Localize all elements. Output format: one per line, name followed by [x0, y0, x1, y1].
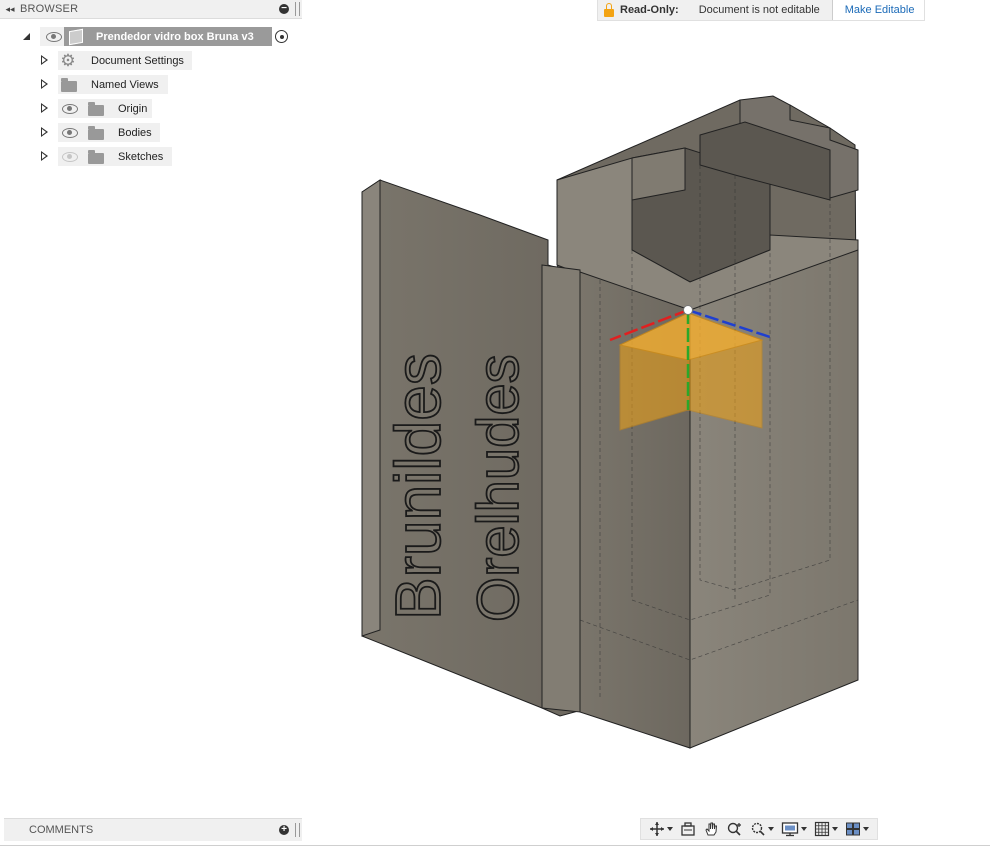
grid-tool[interactable] [814, 820, 839, 838]
model-text-line-2: Orelhudes [466, 354, 531, 622]
window-bottom-border [0, 845, 990, 846]
tree-row-named-views[interactable]: Named Views [38, 74, 198, 94]
expand-icon[interactable] [38, 53, 50, 67]
eye-icon[interactable] [62, 103, 78, 114]
tree-row-origin[interactable]: Origin [38, 98, 198, 118]
fit-tool[interactable] [750, 820, 774, 838]
collapse-panel-icon[interactable]: ◂◂ [0, 4, 20, 15]
comments-title: COMMENTS [29, 824, 94, 836]
tree-item-label: Named Views [91, 78, 159, 91]
display-settings-tool[interactable] [781, 820, 807, 838]
panel-grip-icon[interactable] [295, 2, 300, 16]
activate-component-icon[interactable] [275, 30, 288, 43]
expand-icon[interactable] [38, 125, 50, 139]
component-icon [69, 28, 83, 45]
folder-icon [88, 101, 104, 116]
browser-panel-header: ◂◂ BROWSER − [0, 0, 302, 19]
tree-row-bodies[interactable]: Bodies [38, 122, 198, 142]
orbit-tool[interactable] [649, 820, 673, 838]
tree-row-document-settings[interactable]: ⚙ Document Settings [38, 50, 198, 70]
expand-icon[interactable] [38, 101, 50, 115]
tree-item-label: Bodies [118, 126, 152, 139]
display-settings-icon[interactable] [781, 821, 799, 837]
3d-viewport[interactable]: Brunildes Orelhudes [300, 80, 900, 780]
orbit-icon[interactable] [649, 821, 665, 837]
tree-item-label: Origin [118, 102, 148, 115]
model-canvas[interactable]: Brunildes Orelhudes [300, 80, 900, 780]
make-editable-button[interactable]: Make Editable [832, 0, 925, 20]
folder-icon [88, 149, 104, 164]
pan-tool[interactable] [703, 820, 719, 838]
comments-panel-header[interactable]: COMMENTS + [4, 818, 302, 841]
tree-item-sketches[interactable]: Sketches [58, 147, 172, 166]
tree-item-named-views[interactable]: Named Views [58, 75, 168, 94]
eye-hidden-icon[interactable] [62, 151, 78, 162]
root-component[interactable]: Prendedor vidro box Bruna v3 [64, 27, 272, 46]
browser-title: BROWSER [20, 3, 79, 15]
eye-icon[interactable] [46, 31, 62, 42]
tree-item-label: Document Settings [91, 54, 184, 67]
panel-grip-icon[interactable] [295, 823, 300, 837]
tree-item-document-settings[interactable]: ⚙ Document Settings [58, 51, 192, 70]
root-label: Prendedor vidro box Bruna v3 [96, 30, 254, 43]
gear-icon: ⚙ [60, 50, 76, 70]
folder-icon [61, 77, 77, 92]
zoom-tool[interactable] [726, 820, 742, 838]
lock-icon [604, 3, 614, 17]
collapse-root-icon[interactable] [20, 29, 32, 43]
navigation-toolbar [640, 818, 878, 840]
read-only-message: Document is not editable [698, 4, 820, 16]
eye-icon[interactable] [62, 127, 78, 138]
read-only-banner: Read-Only: Document is not editable Make… [597, 0, 926, 21]
pan-icon[interactable] [703, 821, 719, 837]
minimize-icon[interactable]: − [279, 4, 289, 14]
tree-row-sketches[interactable]: Sketches [38, 146, 198, 166]
look-at-tool[interactable] [680, 820, 696, 838]
fit-icon[interactable] [750, 821, 766, 837]
tree-row-root[interactable]: Prendedor vidro box Bruna v3 [18, 26, 300, 46]
read-only-label: Read-Only: [620, 4, 679, 16]
tree-item-origin[interactable]: Origin [58, 99, 152, 118]
folder-icon [88, 125, 104, 140]
zoom-icon[interactable] [726, 821, 742, 837]
add-comment-icon[interactable]: + [279, 825, 289, 835]
look-at-icon[interactable] [680, 821, 696, 837]
model-text-line-1: Brunildes [382, 353, 454, 620]
tree-item-bodies[interactable]: Bodies [58, 123, 160, 142]
tree-item-label: Sketches [118, 150, 164, 163]
expand-icon[interactable] [38, 77, 50, 91]
expand-icon[interactable] [38, 149, 50, 163]
viewports-icon[interactable] [845, 821, 861, 837]
grid-icon[interactable] [814, 821, 830, 837]
viewports-tool[interactable] [845, 820, 870, 838]
